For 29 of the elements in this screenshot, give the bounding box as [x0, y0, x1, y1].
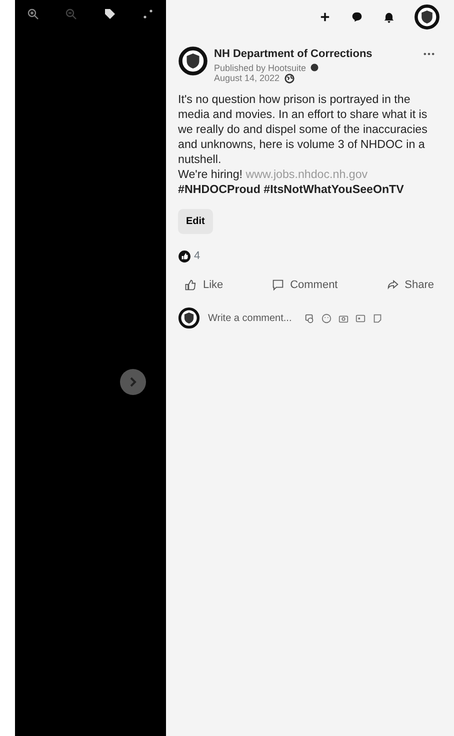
messenger-icon[interactable] [350, 10, 364, 24]
user-avatar [178, 307, 200, 330]
hashtags[interactable]: #NHDOCProud #ItsNotWhatYouSeeOnTV [178, 182, 440, 198]
tag-icon[interactable] [104, 8, 116, 20]
comment-icon [271, 278, 286, 292]
like-reaction-icon [178, 250, 191, 264]
emoji-icon[interactable] [321, 312, 332, 324]
post-text: It's no question how prison is portrayed in the media and movies. In an effort to share what it is we really do and dispel some of the inaccuracies and unknowns, here is volume 3 of NHDOC in a nutshell. [178, 92, 428, 168]
next-button[interactable] [120, 369, 146, 395]
gif-icon[interactable] [355, 312, 366, 324]
zoom-in-icon[interactable] [27, 8, 39, 20]
avatar-sticker-icon[interactable] [304, 312, 315, 324]
chevron-right-icon [128, 376, 138, 388]
profile-avatar[interactable] [414, 4, 440, 30]
sticker-icon[interactable] [372, 312, 383, 324]
comment-field[interactable]: Write a comment... [208, 310, 298, 326]
like-button[interactable]: Like [184, 276, 224, 294]
like-icon [184, 278, 198, 292]
edit-button[interactable]: Edit [178, 209, 213, 234]
hiring-text: We're hiring! [178, 168, 243, 182]
plus-icon[interactable] [318, 10, 332, 24]
bell-icon[interactable] [382, 10, 396, 24]
page-name[interactable]: NH Department of Corrections [214, 46, 372, 62]
published-by-text: Published by Hootsuite [214, 62, 306, 74]
reaction-count[interactable]: 4 [194, 248, 200, 265]
comment-button[interactable]: Comment [271, 276, 338, 294]
post-date[interactable]: August 14, 2022 [214, 73, 280, 84]
share-button[interactable]: Share [386, 276, 434, 294]
page-avatar[interactable] [178, 46, 208, 76]
